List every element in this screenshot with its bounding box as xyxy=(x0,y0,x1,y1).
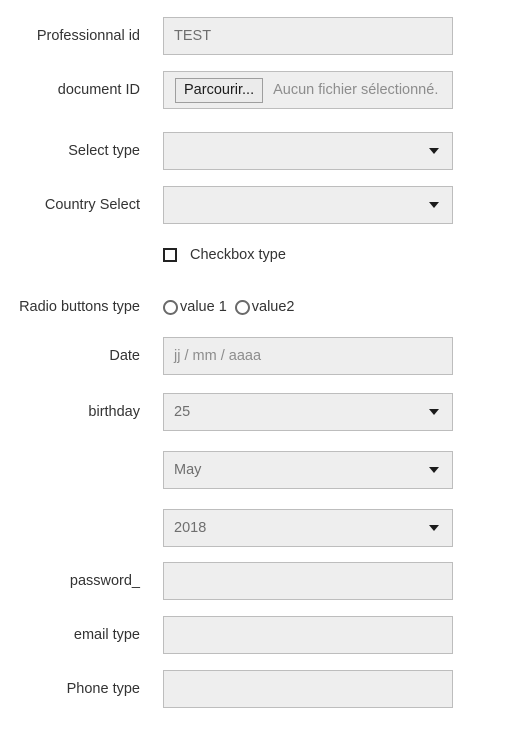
form-row-professionnal-id: Professionnal id TEST xyxy=(0,17,523,55)
form-row-birthday-day: birthday 25 xyxy=(0,393,523,431)
radio-label-value-1: value 1 xyxy=(180,299,227,315)
professionnal-id-value: TEST xyxy=(174,28,212,44)
form-row-password: password_ xyxy=(0,562,523,600)
control-document-id: Parcourir... Aucun fichier sélectionné. xyxy=(163,71,453,109)
control-birthday-day: 25 xyxy=(163,393,453,431)
checkbox-icon[interactable] xyxy=(163,248,177,262)
radio-icon-value-2[interactable] xyxy=(234,299,250,315)
date-placeholder: jj / mm / aaaa xyxy=(174,348,262,364)
document-id-file-input[interactable]: Parcourir... Aucun fichier sélectionné. xyxy=(163,71,453,109)
control-password xyxy=(163,562,453,600)
control-birthday-month: May xyxy=(163,451,453,489)
control-checkbox-type: Checkbox type xyxy=(163,242,286,268)
label-date: Date xyxy=(109,348,140,364)
control-phone-type xyxy=(163,670,453,708)
label-email-type: email type xyxy=(73,627,140,643)
control-date: jj / mm / aaaa xyxy=(163,337,453,375)
form-row-select-type: Select type xyxy=(0,132,523,170)
radio-icon-value-1[interactable] xyxy=(163,299,178,315)
control-radio-buttons-type: value 1 value2 xyxy=(163,294,303,320)
label-country-select: Country Select xyxy=(44,197,140,213)
form-row-date: Date jj / mm / aaaa xyxy=(0,337,523,375)
form-row-birthday-year: 2018 xyxy=(0,509,523,547)
professionnal-id-input[interactable]: TEST xyxy=(163,17,453,55)
checkbox-type-wrapper[interactable]: Checkbox type xyxy=(163,242,286,268)
radio-label-value-2: value2 xyxy=(251,299,295,315)
form-row-checkbox-type: Checkbox type xyxy=(0,236,523,274)
control-email-type xyxy=(163,616,453,654)
form-row-birthday-month: May xyxy=(0,451,523,489)
birthday-day-dropdown[interactable]: 25 xyxy=(163,393,453,431)
password-input[interactable] xyxy=(163,562,453,600)
label-radio-buttons-type: Radio buttons type xyxy=(19,299,140,315)
label-select-type: Select type xyxy=(68,143,140,159)
control-country-select xyxy=(163,186,453,224)
browse-button[interactable]: Parcourir... xyxy=(175,77,264,103)
label-birthday: birthday xyxy=(88,404,140,420)
date-input[interactable]: jj / mm / aaaa xyxy=(163,337,453,375)
control-professionnal-id: TEST xyxy=(163,17,453,55)
radio-group: value 1 value2 xyxy=(163,294,303,320)
chevron-down-icon[interactable] xyxy=(429,148,439,154)
country-select-dropdown[interactable] xyxy=(163,186,453,224)
registration-form: Professionnal id TEST document ID Parcou… xyxy=(0,0,523,735)
form-row-phone-type: Phone type xyxy=(0,670,523,708)
chevron-down-icon[interactable] xyxy=(429,409,439,415)
label-document-id: document ID xyxy=(57,82,140,98)
file-status-text: Aucun fichier sélectionné. xyxy=(273,82,439,98)
birthday-day-value: 25 xyxy=(174,404,191,420)
phone-input[interactable] xyxy=(163,670,453,708)
email-input[interactable] xyxy=(163,616,453,654)
chevron-down-icon[interactable] xyxy=(429,467,439,473)
form-row-country-select: Country Select xyxy=(0,186,523,224)
chevron-down-icon[interactable] xyxy=(429,525,439,531)
birthday-month-dropdown[interactable]: May xyxy=(163,451,453,489)
checkbox-type-label: Checkbox type xyxy=(190,247,286,263)
control-select-type xyxy=(163,132,453,170)
form-row-document-id: document ID Parcourir... Aucun fichier s… xyxy=(0,71,523,109)
birthday-month-value: May xyxy=(174,462,202,478)
form-row-email-type: email type xyxy=(0,616,523,654)
birthday-year-dropdown[interactable]: 2018 xyxy=(163,509,453,547)
select-type-dropdown[interactable] xyxy=(163,132,453,170)
chevron-down-icon[interactable] xyxy=(429,202,439,208)
label-password: password_ xyxy=(69,573,140,589)
form-row-radio-buttons-type: Radio buttons type value 1 value2 xyxy=(0,288,523,326)
label-professionnal-id: Professionnal id xyxy=(36,28,140,44)
control-birthday-year: 2018 xyxy=(163,509,453,547)
label-phone-type: Phone type xyxy=(66,681,140,697)
birthday-year-value: 2018 xyxy=(174,520,207,536)
